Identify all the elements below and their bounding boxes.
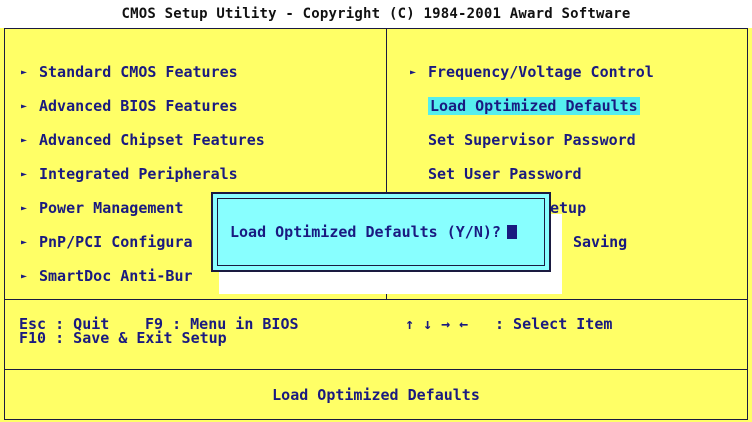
menu-item-integrated-peripherals[interactable]: ► Integrated Peripherals (21, 157, 265, 191)
submenu-arrow-icon: ► (21, 100, 28, 112)
menu-item-advanced-chipset[interactable]: ► Advanced Chipset Features (21, 123, 265, 157)
help-f10: F10 : Save & Exit Setup (19, 329, 227, 347)
submenu-arrow-icon: ► (21, 66, 28, 78)
submenu-arrow-icon: ► (21, 202, 28, 214)
page-title: CMOS Setup Utility - Copyright (C) 1984-… (121, 6, 631, 22)
submenu-arrow-icon: ► (21, 168, 28, 180)
dialog-body: Load Optimized Defaults (Y/N)? (217, 198, 545, 266)
status-bar: Load Optimized Defaults (5, 369, 747, 421)
menu-item-load-optimized[interactable]: Load Optimized Defaults (410, 89, 654, 123)
status-text: Load Optimized Defaults (272, 386, 480, 404)
selected-item-label: Load Optimized Defaults (428, 97, 640, 115)
confirm-dialog[interactable]: Load Optimized Defaults (Y/N)? (211, 192, 551, 272)
submenu-arrow-icon: ► (21, 236, 28, 248)
help-select: : Select Item (495, 315, 613, 333)
input-cursor[interactable] (506, 225, 517, 239)
menu-item-standard-cmos[interactable]: ► Standard CMOS Features (21, 55, 265, 89)
submenu-arrow-icon: ► (21, 134, 28, 146)
title-bar: CMOS Setup Utility - Copyright (C) 1984-… (0, 0, 752, 28)
arrow-keys-icon: ↑ ↓ → ← (405, 315, 469, 333)
menu-item-advanced-bios[interactable]: ► Advanced BIOS Features (21, 89, 265, 123)
menu-item-supervisor-password[interactable]: Set Supervisor Password (410, 123, 654, 157)
menu-item-frequency-voltage[interactable]: ► Frequency/Voltage Control (410, 55, 654, 89)
dialog-prompt: Load Optimized Defaults (Y/N)? (230, 223, 501, 241)
menu-divider (5, 299, 747, 300)
submenu-arrow-icon: ► (410, 66, 417, 78)
menu-item-user-password[interactable]: Set User Password (410, 157, 654, 191)
submenu-arrow-icon: ► (21, 270, 28, 282)
